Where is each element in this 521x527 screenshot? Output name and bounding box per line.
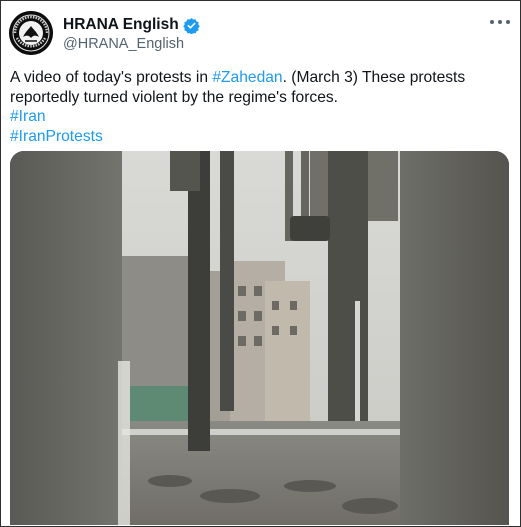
- author-display-name[interactable]: HRANA English: [63, 16, 179, 34]
- tweet-card: HRANA English @HRANA_English A video of …: [0, 0, 521, 527]
- tweet-text-line1-suffix: . (March 3) These protests: [282, 69, 466, 86]
- hashtag-zahedan-link[interactable]: #Zahedan: [212, 69, 282, 86]
- tweet-text-line1-prefix: A video of today's protests in: [10, 69, 213, 86]
- tweet-text-line-2: reportedly turned violent by the regime'…: [10, 88, 339, 106]
- hashtag-iranprotests-link[interactable]: #IranProtests: [10, 127, 510, 147]
- tweet-video[interactable]: [10, 151, 509, 525]
- hrana-logo-icon: [9, 11, 53, 55]
- more-options-icon[interactable]: [490, 15, 510, 29]
- verified-badge-icon: [182, 17, 200, 34]
- author-name-line: HRANA English: [63, 16, 200, 34]
- author-avatar[interactable]: [9, 11, 53, 55]
- tweet-text-line-1: A video of today's protests in #Zahedan.…: [10, 68, 510, 88]
- tweet-header: HRANA English @HRANA_English: [9, 11, 514, 57]
- tweet-text: A video of today's protests in #Zahedan.…: [10, 68, 510, 146]
- author-handle[interactable]: @HRANA_English: [63, 36, 184, 52]
- hashtag-iran-link[interactable]: #Iran: [10, 107, 510, 127]
- video-frame-image: [10, 151, 509, 525]
